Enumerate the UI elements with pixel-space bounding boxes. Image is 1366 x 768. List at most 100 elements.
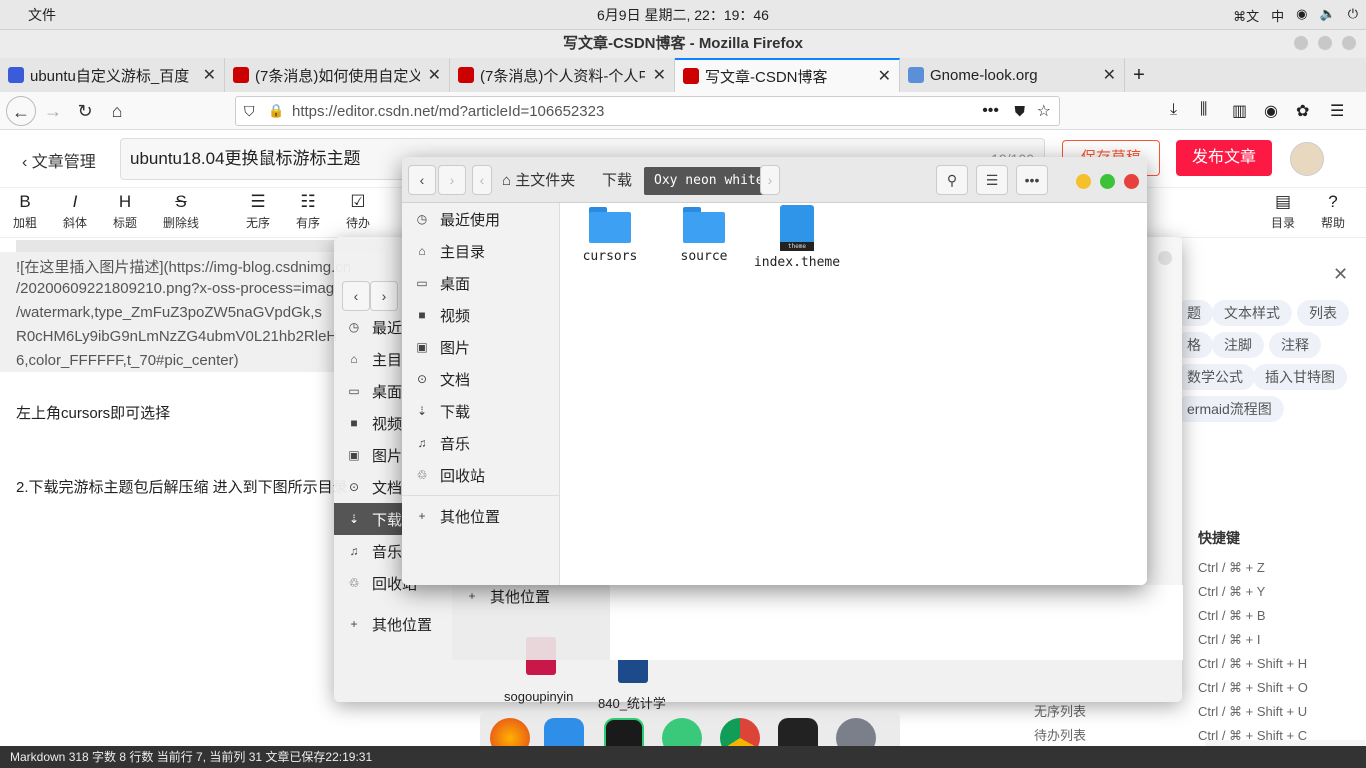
tab-csdn-write[interactable]: 写文章-CSDN博客 ✕ xyxy=(675,58,900,92)
network-icon[interactable]: ◉ xyxy=(1296,6,1307,25)
breadcrumb-home[interactable]: ⌂ 主文件夹 xyxy=(502,167,575,195)
file-manager-window[interactable]: ‹ › ‹ ⌂ 主文件夹 下载 Oxy neon white › ⚲ ☰ •••… xyxy=(402,157,1147,585)
close-button[interactable] xyxy=(1124,174,1139,189)
sidebar-item-other-locations[interactable]: + 其他位置 xyxy=(334,608,452,640)
extension-icon[interactable]: ✿ xyxy=(1296,101,1309,121)
page-actions-icon[interactable]: ••• xyxy=(982,102,999,120)
close-tab-icon[interactable]: ✕ xyxy=(1103,65,1116,85)
home-icon: ⌂ xyxy=(350,352,358,366)
trash-icon: ♲ xyxy=(416,468,428,482)
sidebar-item-other-locations[interactable]: + 其他位置 xyxy=(402,500,559,532)
toc-button[interactable]: ▤ 目录 xyxy=(1263,192,1303,231)
strikethrough-button[interactable]: S 删除线 xyxy=(161,192,201,231)
desktop-icon: ▭ xyxy=(348,384,360,398)
view-toggle-button[interactable]: ☰ xyxy=(976,165,1008,195)
breadcrumb-left-button[interactable]: ‹ xyxy=(472,165,492,195)
help-panel: ✕ 题 文本样式 列表 格 注脚 注释 数学公式 插入甘特图 ermaid流程图… xyxy=(1175,258,1366,746)
close-tab-icon[interactable]: ✕ xyxy=(878,66,891,86)
folder-icon xyxy=(683,207,725,243)
window-controls xyxy=(1294,36,1356,50)
reload-button[interactable]: ↻ xyxy=(70,96,100,126)
help-tag[interactable]: 注脚 xyxy=(1212,332,1264,358)
sidebar-item-desktop[interactable]: ▭ 桌面 xyxy=(402,267,559,299)
power-icon[interactable]: ⏻ xyxy=(1348,6,1358,25)
maximize-button[interactable] xyxy=(1100,174,1115,189)
back-nav-button[interactable]: ‹ xyxy=(408,165,436,195)
more-menu-button[interactable]: ••• xyxy=(1016,165,1048,195)
baidu-favicon-icon xyxy=(8,67,24,83)
clock-icon: ◷ xyxy=(348,320,360,334)
bookmark-star-icon[interactable]: ☆ xyxy=(1037,101,1051,121)
back-button[interactable]: ← xyxy=(6,96,36,126)
publish-button[interactable]: 发布文章 xyxy=(1176,140,1272,176)
file-view-area xyxy=(610,585,1183,660)
article-manage-link[interactable]: ‹ 文章管理 xyxy=(22,148,96,172)
forward-nav-button[interactable]: › xyxy=(438,165,466,195)
menu-icon[interactable]: ☰ xyxy=(1330,101,1344,121)
system-clock[interactable]: 6月9日 星期二, 22：19：46 xyxy=(0,5,1366,25)
lock-icon[interactable]: 🔒 xyxy=(268,103,284,119)
sidebar-item-home[interactable]: ⌂ 主目录 xyxy=(402,235,559,267)
sidebar-item-videos[interactable]: ■ 视频 xyxy=(402,299,559,331)
folder-icon xyxy=(589,207,631,243)
todo-list-button[interactable]: ☑ 待办 xyxy=(338,192,378,231)
shield-icon[interactable]: ⛉ xyxy=(244,103,255,120)
minimize-button[interactable] xyxy=(1294,36,1308,50)
input-method-icon[interactable]: ⌘文 xyxy=(1233,6,1259,25)
sidebar-item-trash[interactable]: ♲ 回收站 xyxy=(402,459,559,491)
library-icon[interactable]: ⫼ xyxy=(1200,101,1207,119)
tab-gnome-look[interactable]: Gnome-look.org ✕ xyxy=(900,58,1125,92)
help-button[interactable]: ? 帮助 xyxy=(1313,192,1353,231)
picture-icon: ▣ xyxy=(416,340,428,354)
url-bar[interactable]: ⛉ 🔒 https://editor.csdn.net/md?articleId… xyxy=(235,96,1060,126)
close-tab-icon[interactable]: ✕ xyxy=(653,65,666,85)
pocket-icon[interactable]: ⛊ xyxy=(1015,103,1026,120)
minimize-button[interactable] xyxy=(1076,174,1091,189)
help-tag[interactable]: 文本样式 xyxy=(1212,300,1292,326)
folder-item-cursors[interactable]: cursors xyxy=(570,207,650,264)
help-tag[interactable]: 列表 xyxy=(1297,300,1349,326)
help-tag[interactable]: 数学公式 xyxy=(1175,364,1255,390)
unordered-list-button[interactable]: ☰ 无序 xyxy=(238,192,278,231)
downloads-icon[interactable]: ⤓ xyxy=(1170,101,1177,119)
csdn-favicon-icon xyxy=(458,67,474,83)
new-tab-button[interactable]: + xyxy=(1125,58,1153,92)
search-button[interactable]: ⚲ xyxy=(936,165,968,195)
forward-nav-button[interactable]: › xyxy=(370,281,398,311)
url-text[interactable]: https://editor.csdn.net/md?articleId=106… xyxy=(292,103,604,120)
sidebar-icon[interactable]: ▥ xyxy=(1232,101,1247,121)
file-item-index-theme[interactable]: theme index.theme xyxy=(749,205,845,270)
help-tag[interactable]: ermaid流程图 xyxy=(1175,396,1284,422)
sidebar-item-documents[interactable]: ⊙ 文档 xyxy=(402,363,559,395)
tab-baidu[interactable]: ubuntu自定义游标_百度 ✕ xyxy=(0,58,225,92)
close-tab-icon[interactable]: ✕ xyxy=(203,65,216,85)
account-icon[interactable]: ◉ xyxy=(1264,101,1278,121)
bold-button[interactable]: B 加粗 xyxy=(5,192,45,231)
tab-csdn-1[interactable]: (7条消息)如何使用自定义 ✕ xyxy=(225,58,450,92)
folder-item-source[interactable]: source xyxy=(664,207,744,264)
sidebar-item-downloads[interactable]: ⇣ 下载 xyxy=(402,395,559,427)
ordered-list-button[interactable]: ☷ 有序 xyxy=(288,192,328,231)
italic-button[interactable]: I 斜体 xyxy=(55,192,95,231)
app-menu-file[interactable]: 文件 xyxy=(28,5,56,25)
back-nav-button[interactable]: ‹ xyxy=(342,281,370,311)
sidebar-item-music[interactable]: ♫ 音乐 xyxy=(402,427,559,459)
close-window-button[interactable] xyxy=(1342,36,1356,50)
close-tab-icon[interactable]: ✕ xyxy=(428,65,441,85)
close-icon[interactable]: ✕ xyxy=(1333,264,1348,285)
help-tag[interactable]: 插入甘特图 xyxy=(1253,364,1347,390)
volume-icon[interactable]: 🔈 xyxy=(1320,6,1336,25)
home-button[interactable]: ⌂ xyxy=(102,96,132,126)
breadcrumb-downloads[interactable]: 下载 xyxy=(602,167,632,195)
tab-csdn-2[interactable]: (7条消息)个人资料-个人中 ✕ xyxy=(450,58,675,92)
forward-button[interactable]: → xyxy=(38,96,68,126)
heading-button[interactable]: H 标题 xyxy=(105,192,145,231)
sidebar-item-recent[interactable]: ◷最近使用 xyxy=(402,203,559,235)
maximize-button[interactable] xyxy=(1318,36,1332,50)
help-tag[interactable]: 注释 xyxy=(1269,332,1321,358)
language-indicator[interactable]: 中 xyxy=(1271,6,1284,25)
breadcrumb-right-button[interactable]: › xyxy=(760,165,780,195)
breadcrumb-current[interactable]: Oxy neon white xyxy=(644,167,774,195)
sidebar-item-pictures[interactable]: ▣ 图片 xyxy=(402,331,559,363)
avatar[interactable] xyxy=(1290,142,1324,176)
